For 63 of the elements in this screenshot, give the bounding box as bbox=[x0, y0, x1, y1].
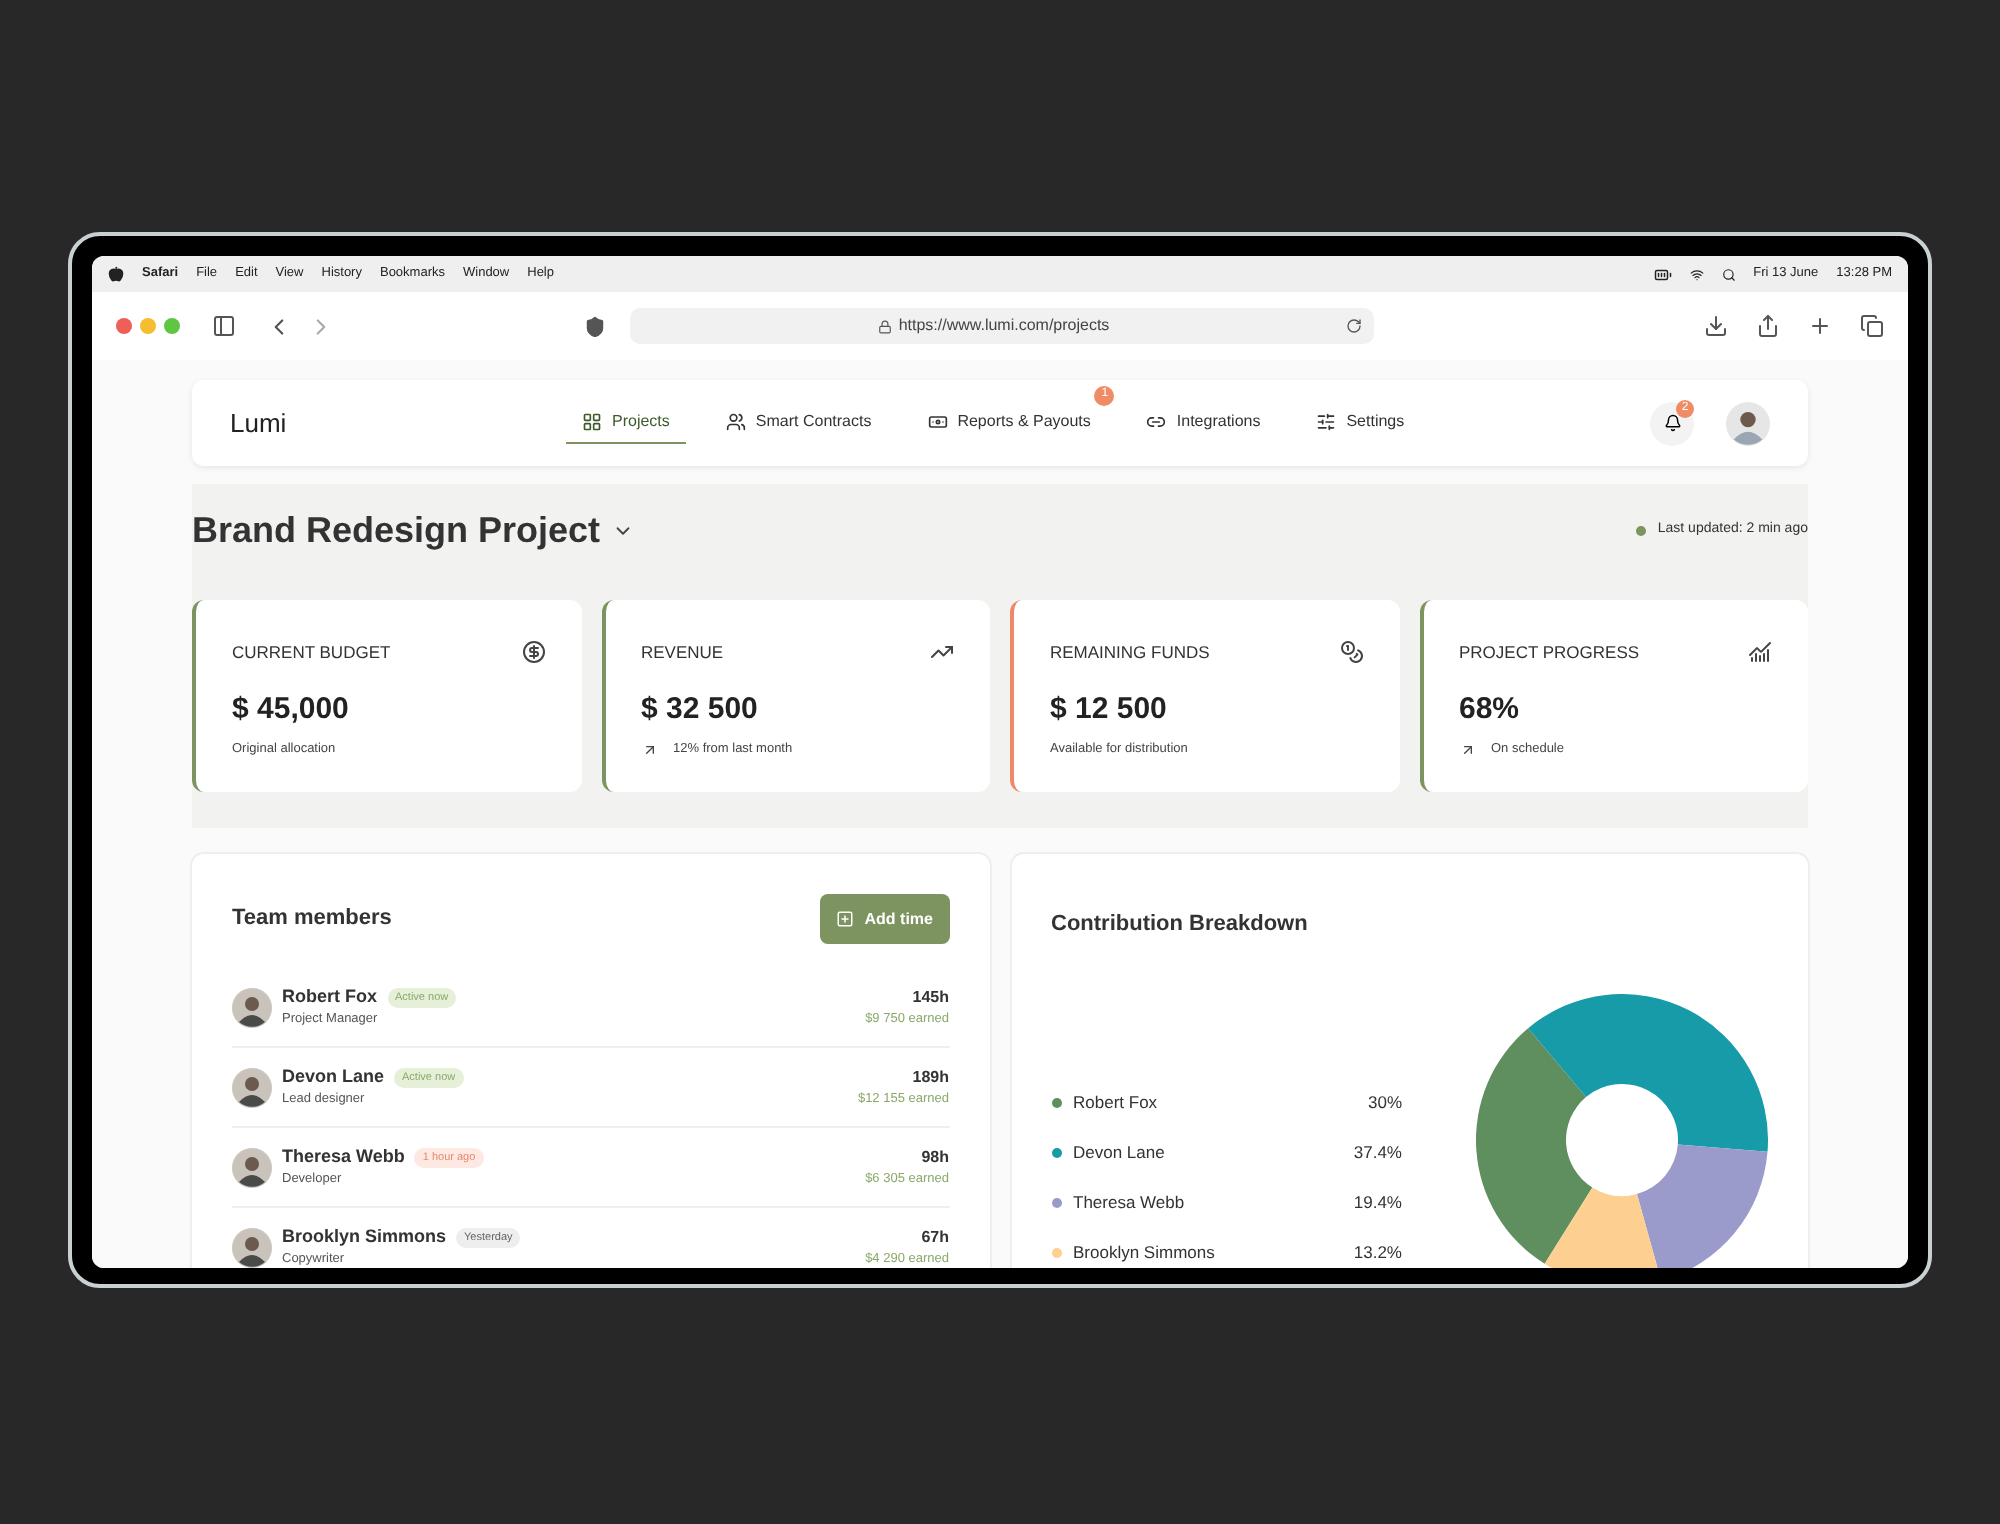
member-hours: 145h bbox=[912, 985, 949, 1010]
legend-name: Robert Fox bbox=[1073, 1089, 1160, 1115]
nav-tab[interactable]: Settings bbox=[1300, 403, 1421, 443]
stat-label: PROJECT PROGRESS bbox=[1459, 640, 1640, 666]
avatar-icon[interactable] bbox=[1726, 401, 1770, 445]
logo[interactable]: Lumi bbox=[230, 403, 566, 443]
card-title: Contribution Breakdown bbox=[1051, 912, 1308, 936]
trend-chart-icon bbox=[930, 640, 954, 664]
sliders-icon bbox=[1316, 412, 1337, 432]
share-icon[interactable] bbox=[1756, 314, 1780, 338]
member-name: Robert Fox bbox=[282, 983, 378, 1010]
avatar-icon bbox=[232, 1147, 272, 1187]
stat-value: $ 32 500 bbox=[641, 689, 760, 730]
reload-icon[interactable] bbox=[1346, 318, 1362, 334]
member-hours: 98h bbox=[921, 1145, 949, 1170]
member-name: Theresa Webb bbox=[282, 1143, 405, 1170]
shield-icon[interactable] bbox=[584, 315, 606, 337]
legend-value: 37.4% bbox=[1353, 1139, 1402, 1165]
nav-tab[interactable]: Projects bbox=[566, 403, 686, 443]
users-icon bbox=[725, 412, 746, 432]
legend-value: 19.4% bbox=[1353, 1189, 1402, 1215]
stat-value: 68% bbox=[1459, 689, 1522, 730]
download-icon[interactable] bbox=[1704, 314, 1728, 338]
address-bar[interactable]: https://www.lumi.com/projects bbox=[630, 308, 1374, 344]
nav-tab[interactable]: Reports & Payouts bbox=[911, 403, 1107, 443]
plus-icon bbox=[836, 910, 855, 928]
bar-chart-icon bbox=[1748, 640, 1772, 664]
bell-icon bbox=[1663, 414, 1681, 432]
stat-value: $ 45,000 bbox=[232, 689, 351, 730]
battery-icon bbox=[1653, 265, 1672, 283]
avatar-icon bbox=[232, 1067, 272, 1107]
member-hours: 67h bbox=[921, 1225, 949, 1250]
search-icon[interactable] bbox=[1721, 267, 1736, 281]
legend-name: Theresa Webb bbox=[1073, 1189, 1187, 1215]
banknote-icon bbox=[927, 412, 948, 432]
new-tab-icon[interactable] bbox=[1808, 314, 1832, 338]
tabs-icon[interactable] bbox=[1860, 314, 1884, 338]
member-name: Brooklyn Simmons bbox=[282, 1223, 447, 1250]
grid-icon bbox=[582, 412, 602, 432]
legend-value: 30% bbox=[1367, 1089, 1402, 1115]
lock-icon bbox=[878, 319, 893, 333]
stat-value: $ 12 500 bbox=[1050, 689, 1169, 730]
card-title: Team members bbox=[232, 904, 392, 935]
member-name: Devon Lane bbox=[282, 1063, 385, 1090]
link-icon bbox=[1146, 412, 1167, 432]
legend-name: Brooklyn Simmons bbox=[1073, 1239, 1217, 1265]
avatar-icon bbox=[232, 987, 272, 1027]
url-text: https://www.lumi.com/projects bbox=[898, 314, 1110, 338]
coins-icon bbox=[1339, 640, 1363, 664]
dollar-icon bbox=[521, 640, 545, 664]
nav-tab[interactable]: Integrations bbox=[1130, 403, 1277, 443]
member-hours: 189h bbox=[912, 1065, 949, 1090]
project-title: Brand Redesign Project bbox=[192, 507, 601, 554]
avatar-icon bbox=[232, 1227, 272, 1267]
nav-tab[interactable]: Smart Contracts bbox=[709, 403, 888, 443]
apple-icon[interactable] bbox=[108, 266, 124, 282]
sidebar-icon[interactable] bbox=[212, 314, 236, 338]
wifi-icon bbox=[1689, 267, 1704, 281]
stat-label: CURRENT BUDGET bbox=[232, 640, 391, 666]
legend-name: Devon Lane bbox=[1073, 1139, 1167, 1165]
legend-value: 13.2% bbox=[1353, 1239, 1402, 1265]
stat-label: REMAINING FUNDS bbox=[1050, 640, 1210, 666]
stat-label: REVENUE bbox=[641, 640, 724, 666]
